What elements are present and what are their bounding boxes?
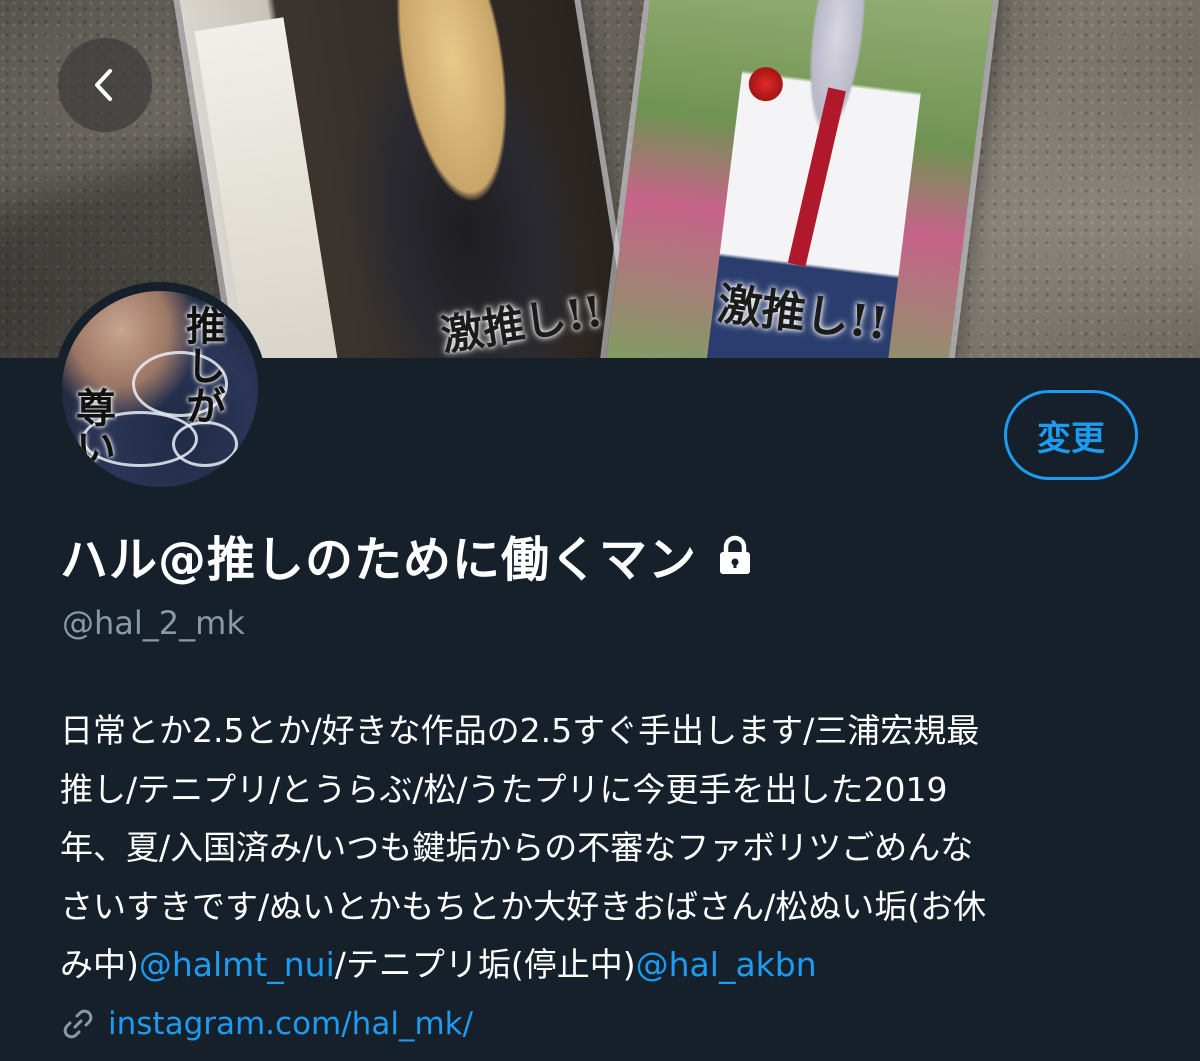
display-name-row: ハル@推しのために働くマン	[60, 522, 755, 588]
bio-line: さいすきです/ぬいとかもちとか大好きおばさん/松ぬい垢(お休	[60, 886, 987, 926]
back-button[interactable]	[58, 38, 152, 132]
website-link[interactable]: instagram.com/hal_mk/	[108, 1006, 473, 1042]
lock-icon	[720, 535, 751, 574]
avatar-caption-col1: 推しが	[179, 305, 226, 425]
profile-bio: 日常とか2.5とか/好きな作品の2.5すぐ手出します/三浦宏規最 推し/テニプリ…	[60, 702, 1150, 995]
bio-text: み中)	[60, 945, 139, 985]
avatar-image: 推しが 尊い	[62, 291, 258, 487]
bio-line: 推し/テニプリ/とうらぶ/松/うたプリに今更手を出した2019	[60, 769, 948, 809]
edit-profile-button[interactable]: 変更	[1004, 390, 1138, 480]
chevron-left-icon	[95, 69, 112, 101]
avatar-caption-col2: 尊い	[69, 387, 116, 467]
bio-line: 日常とか2.5とか/好きな作品の2.5すぐ手出します/三浦宏規最	[60, 711, 980, 750]
avatar[interactable]: 推しが 尊い	[53, 282, 267, 496]
mention-link[interactable]: @hal_akbn	[636, 945, 817, 984]
bio-text: /テニプリ垢(停止中)	[334, 945, 636, 985]
mention-link[interactable]: @halmt_nui	[139, 945, 335, 984]
display-name: ハル@推しのために働くマン	[60, 532, 698, 588]
bio-line: み中)@halmt_nui/テニプリ垢(停止中)@hal_akbn	[60, 936, 1150, 995]
link-icon	[63, 1009, 93, 1039]
user-handle: @hal_2_mk	[62, 604, 245, 642]
bio-line: 年、夏/入国済み/いつも鍵垢からの不審なファボリツごめんな	[60, 828, 974, 868]
avatar-pattern	[172, 421, 238, 467]
website-row: instagram.com/hal_mk/	[60, 1002, 473, 1046]
